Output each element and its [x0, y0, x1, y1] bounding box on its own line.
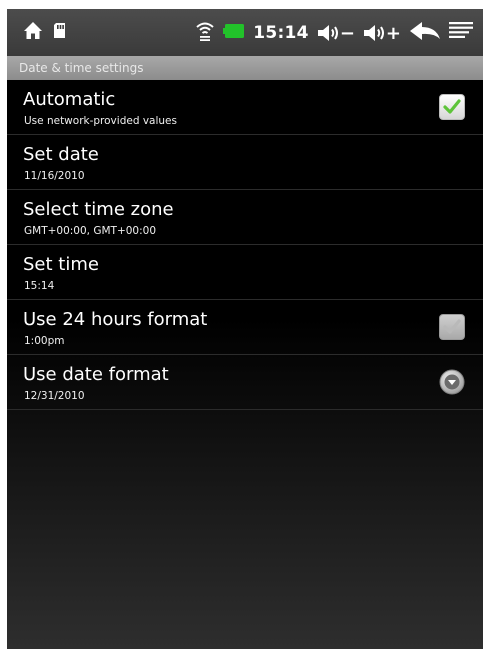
home-icon[interactable]: [23, 21, 43, 44]
setting-set-time[interactable]: Set time 15:14: [7, 245, 483, 300]
volume-up-icon[interactable]: +: [363, 23, 401, 44]
setting-summary: 12/31/2010: [24, 390, 85, 402]
setting-summary: GMT+00:00, GMT+00:00: [24, 225, 157, 237]
automatic-checkbox[interactable]: [439, 94, 465, 120]
setting-title: Use date format: [23, 364, 169, 385]
screen-title-bar: Date & time settings: [7, 56, 483, 80]
dropdown-arrow-icon[interactable]: [439, 369, 465, 395]
setting-title: Select time zone: [23, 199, 174, 220]
screen-title: Date & time settings: [19, 61, 144, 75]
status-time: 15:14: [253, 23, 309, 43]
setting-24-hour-format[interactable]: Use 24 hours format 1:00pm: [7, 300, 483, 355]
setting-title: Automatic: [23, 89, 116, 110]
setting-summary: 15:14: [24, 280, 55, 292]
setting-select-time-zone[interactable]: Select time zone GMT+00:00, GMT+00:00: [7, 190, 483, 245]
setting-summary: 1:00pm: [24, 335, 65, 347]
24-hour-checkbox[interactable]: [439, 314, 465, 340]
settings-list: Automatic Use network-provided values Se…: [7, 80, 483, 649]
setting-automatic[interactable]: Automatic Use network-provided values: [7, 80, 483, 135]
sd-card-icon: [53, 22, 66, 43]
menu-icon[interactable]: [449, 21, 473, 45]
setting-date-format[interactable]: Use date format 12/31/2010: [7, 355, 483, 410]
back-icon[interactable]: [409, 20, 441, 46]
setting-summary: Use network-provided values: [24, 115, 177, 127]
wifi-icon: [195, 20, 215, 46]
android-screen: 15:14 − + Date & time settings Automatic…: [7, 9, 483, 649]
setting-title: Use 24 hours format: [23, 309, 208, 330]
status-bar: 15:14 − +: [7, 9, 483, 56]
volume-down-icon[interactable]: −: [317, 23, 355, 44]
setting-title: Set date: [23, 144, 99, 165]
setting-title: Set time: [23, 254, 99, 275]
setting-set-date[interactable]: Set date 11/16/2010: [7, 135, 483, 190]
battery-icon: [223, 23, 245, 43]
setting-summary: 11/16/2010: [24, 170, 85, 182]
checkmark-icon: [443, 99, 461, 114]
checkmark-icon: [443, 319, 461, 334]
